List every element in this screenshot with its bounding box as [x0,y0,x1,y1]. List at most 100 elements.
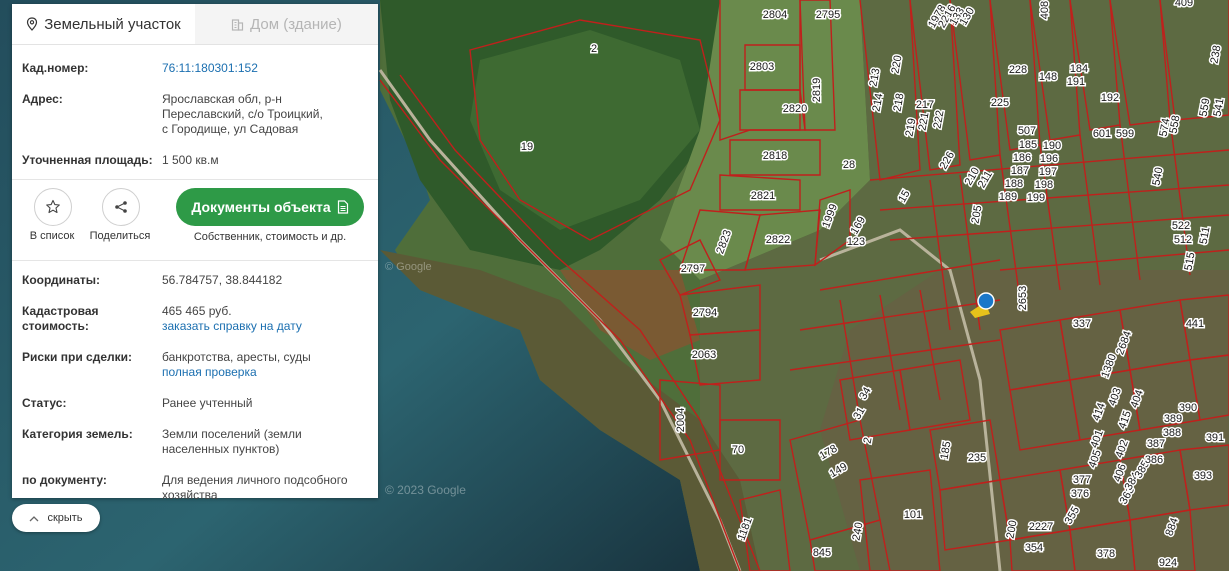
parcel-label: 2820 [783,103,807,115]
parcel-label: 198 [1035,179,1053,191]
info-row-status: Статус: Ранее учтенный [12,396,378,411]
parcel-label: 377 [1073,474,1091,486]
parcel-label: 192 [1101,92,1119,104]
parcel-label: 389 [1164,413,1182,425]
info-row-cadastral-cost: Кадастровая стоимость: 465 465 руб. зака… [12,304,378,334]
parcel-label: 2 [591,43,597,55]
parcel-label: 196 [1040,153,1058,165]
parcel-label: 924 [1159,557,1177,569]
parcel-label: 225 [991,97,1009,109]
parcel-label: 354 [1025,542,1043,554]
coordinates-value: 56.784757, 38.844182 [162,273,283,287]
parcel-label: 217 [916,99,934,111]
parcel-label: 184 [1070,63,1088,75]
parcel-label: 2063 [692,349,716,361]
parcel-label: 101 [904,509,922,521]
info-row-address: Адрес: Ярославская обл, р-н Переславский… [12,92,378,137]
cadastral-number-value: 76:11:180301:152 [162,61,258,75]
chevron-up-icon [29,515,39,521]
risks-label: Риски при сделки: [22,350,133,364]
parcel-label: 599 [1116,128,1134,140]
parcel-label: 2803 [750,61,774,73]
parcel-label: 409 [1175,0,1193,9]
parcel-label: 2795 [816,9,840,21]
parcel-label: 386 [1145,454,1163,466]
parcel-label: 2004 [675,408,687,432]
hide-panel-button[interactable]: скрыть [12,504,100,532]
risks-value: банкротства, аресты, суды полная проверк… [162,350,368,380]
parcel-label: 2227 [1029,521,1053,533]
address-value: Ярославская обл, р-н Переславский, с/о Т… [162,92,323,136]
parcel-label: 148 [1039,71,1057,83]
parcel-label: 408 [1039,1,1051,19]
coordinates-label: Координаты: [22,273,101,287]
parcel-label: 337 [1073,318,1091,330]
object-documents-button[interactable]: Документы объекта [176,188,364,226]
share-label: Поделиться [89,230,151,242]
map-watermark: © Google [385,261,432,273]
tab-bar: Земельный участок Дом (здание) [12,4,378,45]
info-row-area: Уточненная площадь: 1 500 кв.м [12,153,378,168]
parcel-label: 199 [1027,192,1045,204]
status-value: Ранее учтенный [162,396,253,410]
location-pin-icon [26,17,38,31]
cadastral-number-label: Кад.номер: [22,61,89,75]
parcel-label: 845 [813,547,831,559]
parcel-label: 390 [1179,402,1197,414]
map-watermark: © 2023 Google [385,483,466,497]
parcel-label: 70 [732,444,744,456]
full-check-link[interactable]: полная проверка [162,365,368,380]
add-to-list-button[interactable] [34,188,72,226]
parcel-label: 188 [1005,178,1023,190]
parcel-label: 512 [1174,234,1192,246]
parcel-label: 189 [999,191,1017,203]
parcel-label: 19 [521,141,533,153]
parcel-label: 391 [1206,432,1224,444]
parcel-label: 235 [968,452,986,464]
parcel-label: 123 [847,236,865,248]
parcel-label: 2653 [1017,286,1029,310]
share-button[interactable] [102,188,140,226]
location-marker-icon[interactable] [977,292,995,310]
hide-panel-label: скрыть [47,512,83,524]
info-row-cadastral-number: Кад.номер: 76:11:180301:152 [12,61,378,76]
parcel-label: 393 [1194,470,1212,482]
parcel-label: 2818 [763,150,787,162]
status-label: Статус: [22,396,67,410]
area-label: Уточненная площадь: [22,153,153,167]
permitted-use-label: по документу: [22,473,107,487]
address-label: Адрес: [22,92,63,106]
tab-house-label: Дом (здание) [250,15,342,33]
tab-house[interactable]: Дом (здание) [195,4,378,44]
parcel-label: 2794 [693,307,717,319]
area-value: 1 500 кв.м [162,153,219,167]
parcel-label: 2821 [751,190,775,202]
info-row-coordinates: Координаты: 56.784757, 38.844182 [12,273,378,288]
tab-land-plot-label: Земельный участок [44,15,181,33]
action-bar: В список Поделиться Документы объекта Со… [12,179,378,261]
parcel-label: 507 [1018,125,1036,137]
parcel-label: 228 [1009,64,1027,76]
parcel-label: 522 [1172,220,1190,232]
parcel-label: 387 [1147,438,1165,450]
parcel-label: 2804 [763,9,787,21]
parcel-label: 601 [1093,128,1111,140]
land-category-value: Земли поселений (земли населенных пункто… [162,427,302,456]
parcel-label: 378 [1097,548,1115,560]
parcel-label: 197 [1039,166,1057,178]
parcel-label: 191 [1067,76,1085,88]
info-row-land-category: Категория земель: Земли поселений (земли… [12,427,378,457]
cadastral-cost-value: 465 465 руб. заказать справку на дату [162,304,368,334]
star-icon [46,199,60,214]
parcel-label: 2797 [681,263,705,275]
land-category-label: Категория земель: [22,427,133,441]
parcel-info-panel: Земельный участок Дом (здание) Кад.номер… [12,4,378,502]
tab-land-plot[interactable]: Земельный участок [12,4,195,44]
parcel-label: 388 [1163,427,1181,439]
parcel-label: 376 [1071,488,1089,500]
info-row-permitted-use: по документу: Для ведения личного подсоб… [12,473,378,503]
order-certificate-link[interactable]: заказать справку на дату [162,319,368,334]
share-icon [115,201,127,213]
permitted-use-value: Для ведения личного подсобного хозяйства [162,473,348,502]
parcel-label: 28 [843,159,855,171]
